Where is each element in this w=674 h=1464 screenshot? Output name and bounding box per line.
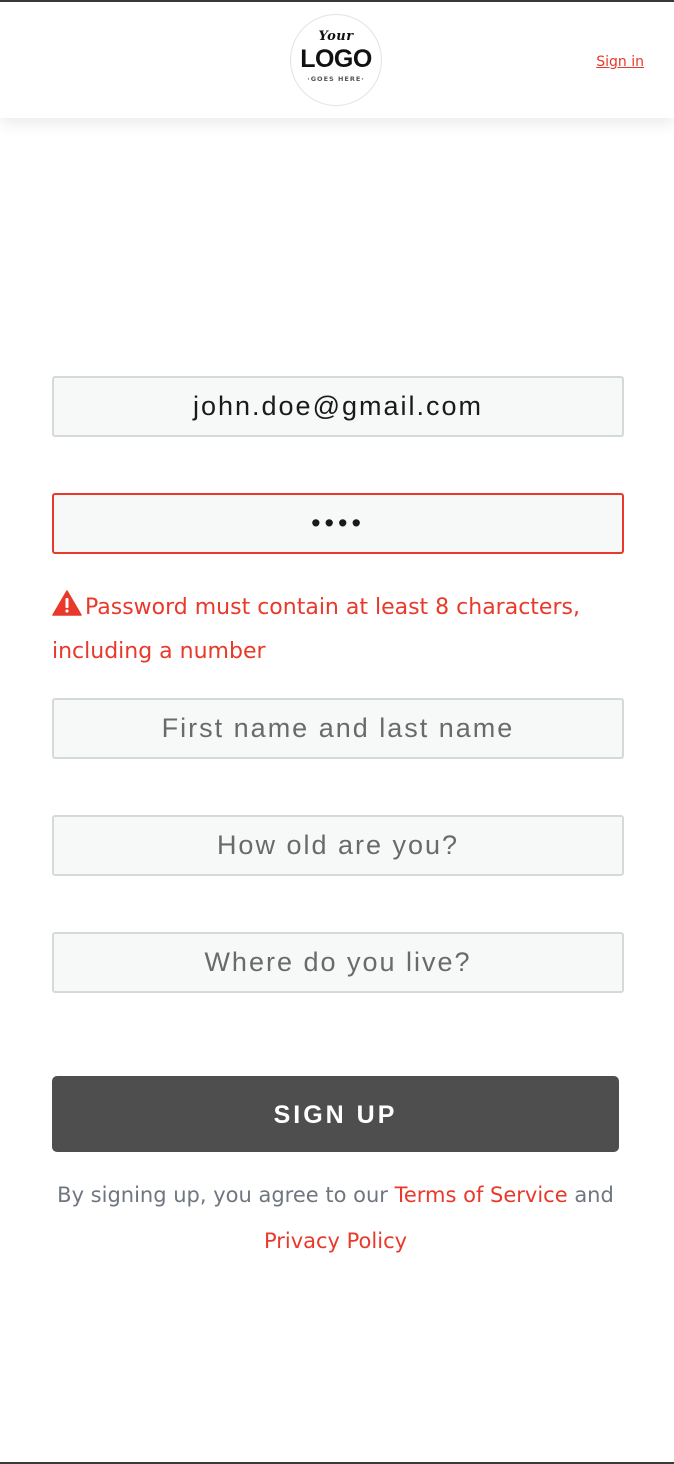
location-field[interactable]: [52, 932, 624, 993]
age-field[interactable]: [52, 815, 624, 876]
password-field[interactable]: [52, 493, 624, 554]
privacy-policy-link[interactable]: Privacy Policy: [264, 1229, 407, 1253]
logo-small-text: Your: [318, 29, 354, 44]
password-error-message: Password must contain at least 8 charact…: [52, 586, 632, 674]
sign-in-link[interactable]: Sign in: [596, 54, 644, 70]
password-error-text: Password must contain at least 8 charact…: [52, 595, 580, 664]
sign-up-button[interactable]: SIGN UP: [52, 1076, 619, 1152]
legal-middle-text: and: [567, 1183, 614, 1207]
logo[interactable]: Your LOGO ·GOES HERE·: [290, 14, 382, 106]
terms-of-service-link[interactable]: Terms of Service: [395, 1183, 568, 1207]
email-field[interactable]: [52, 376, 624, 437]
warning-triangle-icon: [52, 590, 82, 616]
site-header: Your LOGO ·GOES HERE· Sign in: [0, 2, 674, 118]
logo-main-text: LOGO: [300, 45, 372, 73]
legal-notice: By signing up, you agree to our Terms of…: [52, 1172, 619, 1264]
legal-prefix-text: By signing up, you agree to our: [57, 1183, 395, 1207]
logo-tagline: ·GOES HERE·: [307, 75, 365, 83]
full-name-field[interactable]: [52, 698, 624, 759]
